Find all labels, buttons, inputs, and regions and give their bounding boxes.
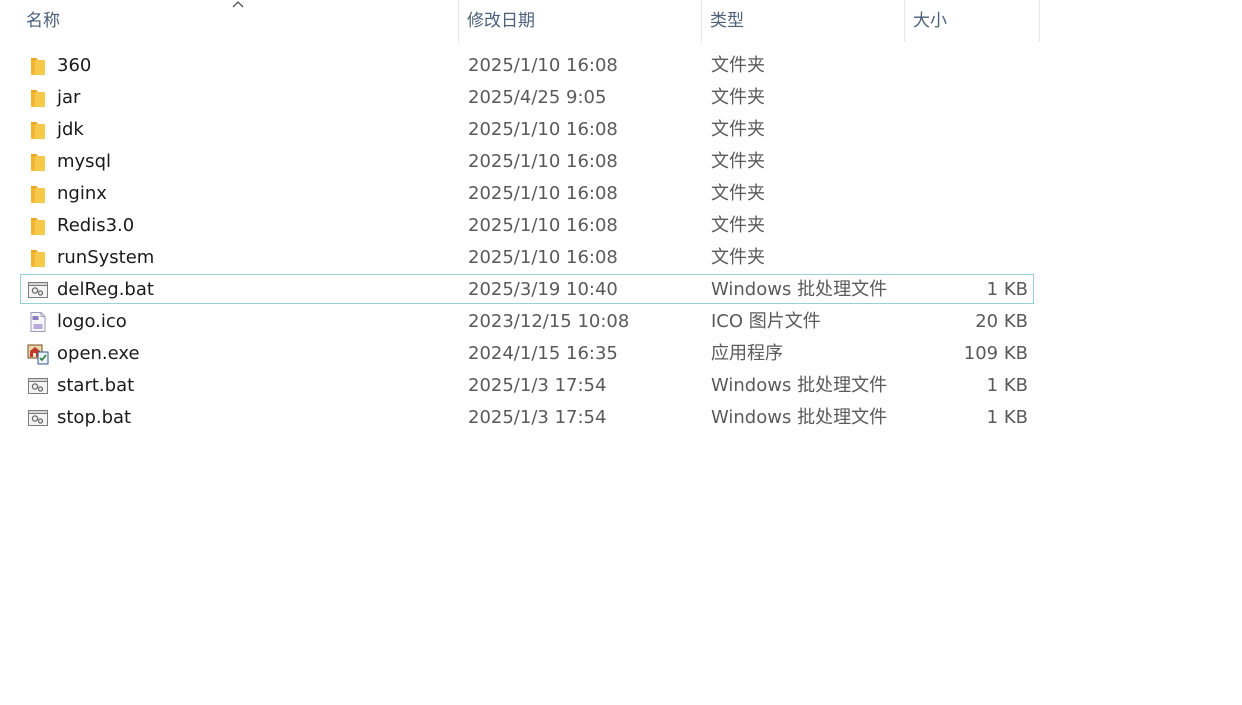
file-row[interactable]: jar 2025/4/25 9:05 文件夹 [20, 82, 1034, 112]
file-name: stop.bat [57, 407, 132, 428]
application-icon [27, 343, 49, 365]
file-row[interactable]: delReg.bat 2025/3/19 10:40 Windows 批处理文件 1 … [20, 274, 1034, 304]
file-name: logo.ico [57, 311, 127, 332]
file-modified-date: 2025/1/10 16:08 [468, 247, 618, 268]
file-modified-date: 2025/1/10 16:08 [468, 55, 618, 76]
file-name: delReg.bat [57, 279, 154, 300]
file-modified-date: 2025/1/10 16:08 [468, 183, 618, 204]
image-file-icon [27, 311, 49, 333]
file-type: 文件夹 [711, 87, 765, 108]
column-header-bar: 名称 修改日期 类型 大小 [0, 0, 1040, 42]
batch-file-icon [27, 407, 49, 429]
sort-ascending-icon [232, 1, 244, 8]
file-row[interactable]: stop.bat 2025/1/3 17:54 Windows 批处理文件 1 KB [20, 402, 1034, 432]
folder-icon [27, 151, 49, 173]
folder-icon [27, 183, 49, 205]
file-modified-date: 2025/1/3 17:54 [468, 407, 607, 428]
file-name: open.exe [57, 343, 140, 364]
file-name: 360 [57, 55, 92, 76]
file-row[interactable]: Redis3.0 2025/1/10 16:08 文件夹 [20, 210, 1034, 240]
file-name: runSystem [57, 247, 155, 268]
file-type: 文件夹 [711, 247, 765, 268]
file-type: Windows 批处理文件 [711, 279, 888, 300]
file-size: 1 KB [986, 375, 1028, 396]
file-name: mysql [57, 151, 111, 172]
file-modified-date: 2025/4/25 9:05 [468, 87, 607, 108]
file-type: 文件夹 [711, 55, 765, 76]
file-modified-date: 2024/1/15 16:35 [468, 343, 618, 364]
file-type: 文件夹 [711, 215, 765, 236]
file-name: jar [57, 87, 81, 108]
file-row[interactable]: jdk 2025/1/10 16:08 文件夹 [20, 114, 1034, 144]
file-name: Redis3.0 [57, 215, 135, 236]
batch-file-icon [27, 279, 49, 301]
file-size: 1 KB [986, 279, 1028, 300]
file-list: 360 2025/1/10 16:08 文件夹 jar 2025/4/25 9:05 文件… [20, 50, 1034, 434]
file-row[interactable]: logo.ico 2023/12/15 10:08 ICO 图片文件 20 KB [20, 306, 1034, 336]
file-modified-date: 2025/1/3 17:54 [468, 375, 607, 396]
file-size: 1 KB [986, 407, 1028, 428]
file-size: 20 KB [975, 311, 1028, 332]
file-type: 文件夹 [711, 119, 765, 140]
file-row[interactable]: nginx 2025/1/10 16:08 文件夹 [20, 178, 1034, 208]
file-name: start.bat [57, 375, 135, 396]
file-type: Windows 批处理文件 [711, 407, 888, 428]
file-modified-date: 2025/1/10 16:08 [468, 151, 618, 172]
file-row[interactable]: mysql 2025/1/10 16:08 文件夹 [20, 146, 1034, 176]
file-type: 文件夹 [711, 151, 765, 172]
column-header-date[interactable]: 修改日期 [459, 0, 702, 42]
file-modified-date: 2023/12/15 10:08 [468, 311, 630, 332]
file-type: ICO 图片文件 [711, 311, 821, 332]
file-row[interactable]: open.exe 2024/1/15 16:35 应用程序 109 KB [20, 338, 1034, 368]
column-header-type[interactable]: 类型 [702, 0, 905, 42]
file-row[interactable]: runSystem 2025/1/10 16:08 文件夹 [20, 242, 1034, 272]
file-modified-date: 2025/3/19 10:40 [468, 279, 618, 300]
file-type: Windows 批处理文件 [711, 375, 888, 396]
folder-icon [27, 87, 49, 109]
file-name: jdk [57, 119, 84, 140]
file-name: nginx [57, 183, 107, 204]
file-modified-date: 2025/1/10 16:08 [468, 119, 618, 140]
folder-icon [27, 215, 49, 237]
file-size: 109 KB [963, 343, 1028, 364]
batch-file-icon [27, 375, 49, 397]
file-row[interactable]: start.bat 2025/1/3 17:54 Windows 批处理文件 1 KB [20, 370, 1034, 400]
file-type: 应用程序 [711, 343, 783, 364]
folder-icon [27, 247, 49, 269]
file-type: 文件夹 [711, 183, 765, 204]
folder-icon [27, 119, 49, 141]
column-header-size[interactable]: 大小 [905, 0, 1040, 42]
folder-icon [27, 55, 49, 77]
file-row[interactable]: 360 2025/1/10 16:08 文件夹 [20, 50, 1034, 80]
file-modified-date: 2025/1/10 16:08 [468, 215, 618, 236]
